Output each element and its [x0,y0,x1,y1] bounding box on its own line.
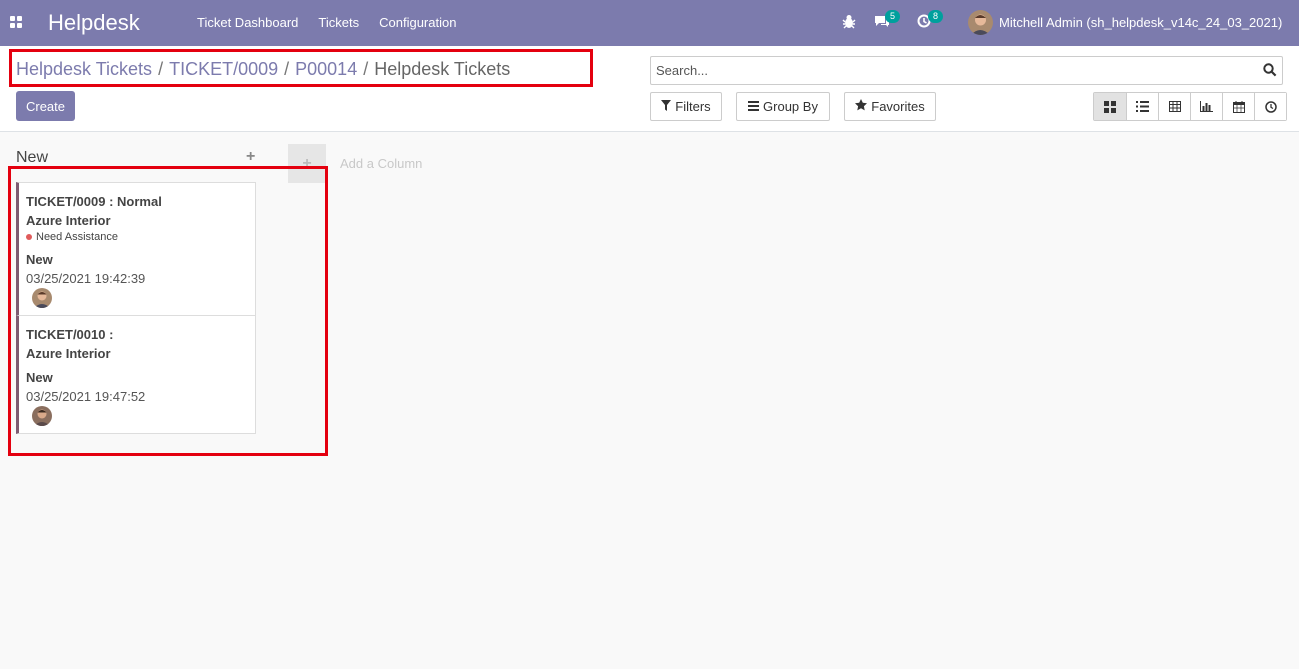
search-input[interactable] [656,57,1246,83]
activities-icon[interactable]: 8 [917,10,944,32]
kanban-column-title[interactable]: New [16,149,48,167]
debug-icon[interactable] [842,14,856,32]
calendar-view-icon[interactable] [1222,93,1254,120]
menu-ticket-dashboard[interactable]: Ticket Dashboard [197,15,298,30]
filter-icon [661,99,672,114]
activity-view-icon[interactable] [1254,93,1286,120]
top-navbar: Helpdesk Ticket Dashboard Tickets Config… [0,0,1299,46]
menu-configuration[interactable]: Configuration [379,15,456,30]
messages-icon[interactable]: 5 [874,10,901,32]
user-name[interactable]: Mitchell Admin (sh_helpdesk_v14c_24_03_2… [999,15,1282,30]
apps-menu-icon[interactable] [10,16,22,28]
control-panel: Helpdesk Tickets / TICKET/0009 / P00014 … [0,46,1299,132]
view-switcher [1093,92,1287,121]
kanban-view-icon[interactable] [1094,93,1126,120]
groupby-label: Group By [763,99,818,114]
favorites-button[interactable]: Favorites [844,92,936,121]
search-box [650,56,1283,85]
app-brand[interactable]: Helpdesk [48,10,140,36]
add-column-label[interactable]: Add a Column [340,156,422,171]
create-button[interactable]: Create [16,91,75,121]
graph-view-icon[interactable] [1190,93,1222,120]
kanban-highlight-box [8,166,328,456]
filters-button[interactable]: Filters [650,92,722,121]
activities-badge: 8 [928,10,944,23]
groupby-button[interactable]: Group By [736,92,830,121]
star-icon [855,99,868,114]
filters-label: Filters [675,99,711,114]
user-avatar[interactable] [968,10,993,35]
main-menu: Ticket Dashboard Tickets Configuration [197,15,456,30]
bars-icon [748,99,760,114]
messages-badge: 5 [885,10,901,23]
menu-tickets[interactable]: Tickets [318,15,359,30]
list-view-icon[interactable] [1126,93,1158,120]
search-icon[interactable] [1263,63,1277,77]
breadcrumb-highlight-box [9,49,593,87]
pivot-view-icon[interactable] [1158,93,1190,120]
favorites-label: Favorites [871,99,925,114]
quick-create-plus-icon[interactable]: + [246,148,255,166]
